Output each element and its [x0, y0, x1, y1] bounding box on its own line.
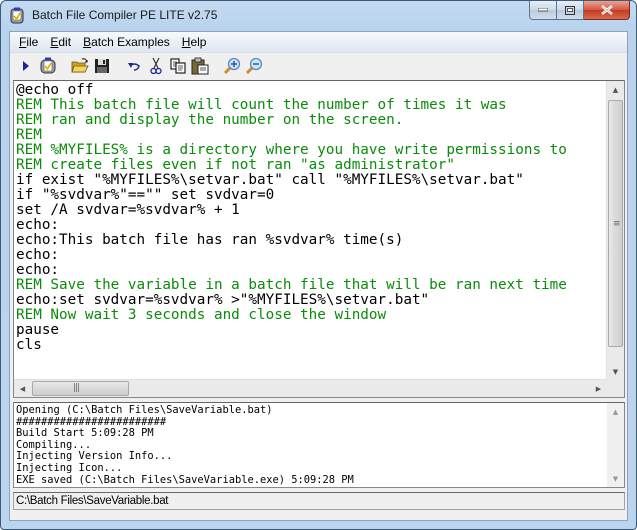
- editor-vertical-scrollbar[interactable]: ▲ ≡ ▼: [606, 81, 624, 380]
- scroll-down-arrow-icon[interactable]: ▼: [607, 363, 624, 380]
- compile-button[interactable]: [38, 56, 58, 76]
- maximize-icon: [565, 5, 575, 15]
- scrollbar-corner: [607, 380, 624, 397]
- window-title: Batch File Compiler PE LITE v2.75: [32, 8, 218, 22]
- run-button[interactable]: [16, 56, 36, 76]
- paste-icon: [191, 57, 209, 75]
- minimize-icon: [538, 8, 548, 12]
- scroll-grip-icon: ≡: [613, 219, 621, 229]
- toolbar: [10, 53, 627, 79]
- copy-button[interactable]: [168, 56, 188, 76]
- scroll-down-arrow-icon[interactable]: ▼: [607, 470, 624, 487]
- code-line[interactable]: if exist "%MYFILES%\setvar.bat" call "%M…: [16, 173, 606, 188]
- output-line: Build Start 5:09:28 PM: [16, 427, 154, 440]
- zoom-in-icon: [223, 57, 241, 75]
- menu-help-label: elp: [190, 35, 207, 49]
- cut-button[interactable]: [146, 56, 166, 76]
- code-line[interactable]: echo:: [16, 218, 606, 233]
- code-line[interactable]: set /A svdvar=%svdvar% + 1: [16, 203, 606, 218]
- editor-horizontal-scrollbar[interactable]: ◀ ||| ▶: [14, 379, 607, 397]
- code-line[interactable]: if "%svdvar%"=="" set svdvar=0: [16, 188, 606, 203]
- menu-bar: File Edit Batch Examples Help: [10, 32, 627, 53]
- code-line[interactable]: echo:: [16, 248, 606, 263]
- code-editor[interactable]: @echo off REM This batch file will count …: [13, 80, 625, 398]
- scroll-up-arrow-icon[interactable]: ▲: [607, 403, 624, 420]
- close-button[interactable]: [584, 1, 630, 20]
- scroll-grip-icon: |||: [73, 383, 80, 393]
- menu-batch-examples-label: atch Examples: [91, 35, 170, 49]
- caption-buttons: [529, 1, 630, 20]
- code-comment-line[interactable]: REM ran and display the number on the sc…: [16, 113, 606, 128]
- status-bar: C:\Batch Files\SaveVariable.bat: [13, 492, 625, 510]
- menu-batch-examples-accel: B: [83, 35, 92, 49]
- code-comment-line[interactable]: REM create files even if not ran "as adm…: [16, 158, 606, 173]
- code-line[interactable]: pause: [16, 323, 606, 338]
- code-text-area[interactable]: @echo off REM This batch file will count …: [16, 83, 606, 379]
- play-icon: [23, 61, 29, 71]
- code-comment-line[interactable]: REM This batch file will count the numbe…: [16, 98, 606, 113]
- minimize-button[interactable]: [529, 1, 557, 20]
- code-comment-line[interactable]: REM: [16, 128, 606, 143]
- floppy-disk-icon: [95, 59, 109, 73]
- copy-icon: [170, 58, 186, 74]
- batch-compiler-app-icon[interactable]: [9, 7, 25, 25]
- undo-button[interactable]: [124, 56, 144, 76]
- status-file-path: C:\Batch Files\SaveVariable.bat: [16, 495, 169, 507]
- output-line: Injecting Icon...: [16, 461, 123, 474]
- zoom-in-button[interactable]: [222, 56, 242, 76]
- build-output-text: Opening (C:\Batch Files\SaveVariable.bat…: [16, 404, 604, 486]
- menu-help[interactable]: Help: [176, 35, 213, 49]
- menu-edit-label: dit: [58, 35, 72, 49]
- save-button[interactable]: [92, 56, 112, 76]
- undo-icon: [128, 63, 140, 71]
- code-line[interactable]: echo:: [16, 263, 606, 278]
- maximize-button[interactable]: [557, 1, 584, 20]
- scroll-right-arrow-icon[interactable]: ▶: [590, 380, 607, 397]
- build-output-panel[interactable]: Opening (C:\Batch Files\SaveVariable.bat…: [13, 402, 625, 488]
- zoom-out-icon: [245, 57, 263, 75]
- menu-file[interactable]: File: [13, 35, 44, 49]
- menu-edit[interactable]: Edit: [44, 35, 77, 49]
- close-icon: [600, 5, 613, 15]
- code-comment-line[interactable]: REM Save the variable in a batch file th…: [16, 278, 606, 293]
- editor-horizontal-scroll-thumb[interactable]: |||: [32, 381, 129, 396]
- menu-batch-examples[interactable]: Batch Examples: [77, 35, 176, 49]
- open-folder-icon: [71, 58, 89, 73]
- app-window: Batch File Compiler PE LITE v2.75 File E…: [0, 0, 637, 530]
- output-vertical-scrollbar[interactable]: ▲ ▼: [607, 403, 624, 487]
- code-comment-line[interactable]: REM %MYFILES% is a directory where you h…: [16, 143, 606, 158]
- code-line[interactable]: echo:set svdvar=%svdvar% >"%MYFILES%\set…: [16, 293, 606, 308]
- menu-file-label: ile: [26, 35, 39, 49]
- client-area: File Edit Batch Examples Help @echo off …: [9, 31, 628, 521]
- code-line[interactable]: cls: [16, 338, 606, 353]
- compile-icon: [40, 57, 56, 74]
- code-comment-line[interactable]: REM Now wait 3 seconds and close the win…: [16, 308, 606, 323]
- output-line: Opening (C:\Batch Files\SaveVariable.bat…: [16, 404, 273, 416]
- open-button[interactable]: [70, 56, 90, 76]
- scroll-up-arrow-icon[interactable]: ▲: [607, 81, 624, 98]
- paste-button[interactable]: [190, 56, 210, 76]
- scissors-icon: [150, 57, 162, 75]
- code-line[interactable]: @echo off: [16, 83, 606, 98]
- scroll-left-arrow-icon[interactable]: ◀: [14, 380, 31, 397]
- editor-vertical-scroll-thumb[interactable]: ≡: [608, 100, 623, 347]
- code-line[interactable]: echo:This batch file has ran %svdvar% ti…: [16, 233, 606, 248]
- zoom-out-button[interactable]: [244, 56, 264, 76]
- title-bar[interactable]: Batch File Compiler PE LITE v2.75: [1, 1, 636, 31]
- output-line: EXE saved (C:\Batch Files\SaveVariable.e…: [16, 473, 354, 486]
